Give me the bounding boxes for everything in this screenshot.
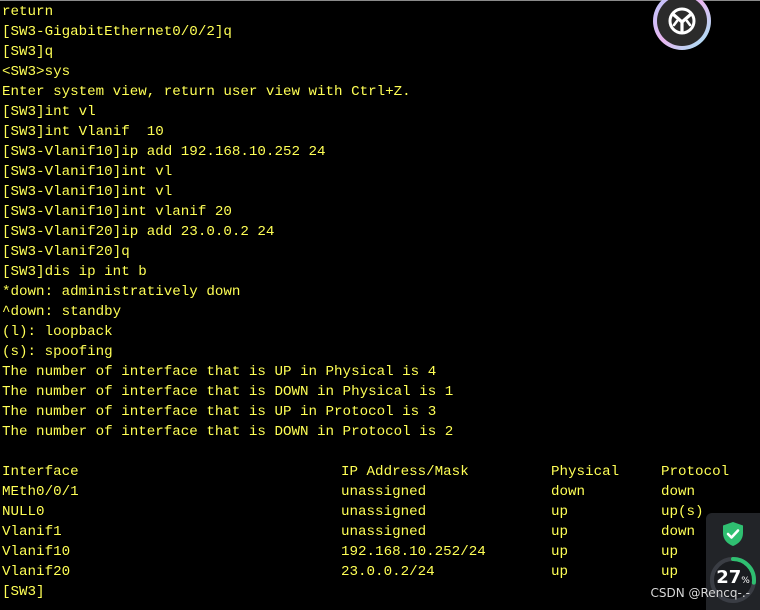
terminal-line: The number of interface that is UP in Ph… xyxy=(2,364,437,380)
terminal-output[interactable]: return [SW3-GigabitEthernet0/0/2]q [SW3]q <… xyxy=(2,2,760,602)
interface-cell: Vlanif1 xyxy=(2,524,62,540)
terminal-prompt[interactable]: [SW3] xyxy=(2,582,760,602)
protocol-cell: up xyxy=(661,564,679,580)
usage-unit: % xyxy=(741,576,750,586)
watermark-text: CSDN @Rencq-.- xyxy=(650,586,750,600)
terminal-line: [SW3-Vlanif10]int vl xyxy=(2,164,173,180)
terminal-line: ^down: standby xyxy=(2,304,122,320)
terminal-line: [SW3-Vlanif10]int vl xyxy=(2,184,173,200)
protocol-cell: down xyxy=(661,524,696,540)
terminal-line: The number of interface that is UP in Pr… xyxy=(2,404,437,420)
usage-value: 27 xyxy=(716,567,742,588)
terminal-line: [SW3]int vl xyxy=(2,104,96,120)
shield-check-icon[interactable] xyxy=(721,521,745,547)
protocol-cell: down xyxy=(661,484,696,500)
terminal-line: (s): spoofing xyxy=(2,344,113,360)
table-row: Vlanif1 unassigned up down xyxy=(2,522,760,542)
interface-cell: Vlanif20 xyxy=(2,564,71,580)
ip-address-cell: 192.168.10.252/24 xyxy=(341,544,486,560)
logo-glyph-icon xyxy=(668,7,696,35)
ip-address-cell: 23.0.0.2/24 xyxy=(341,564,435,580)
app-logo-inner xyxy=(657,0,707,46)
terminal-line: Enter system view, return user view with… xyxy=(2,84,411,100)
terminal-line: [SW3-Vlanif10]int vlanif 20 xyxy=(2,204,232,220)
header-ip-address-mask: IP Address/Mask xyxy=(341,464,469,480)
terminal-line: [SW3]int Vlanif 10 xyxy=(2,124,164,140)
header-physical: Physical xyxy=(551,464,620,480)
terminal-line: The number of interface that is DOWN in … xyxy=(2,384,454,400)
terminal-line: The number of interface that is DOWN in … xyxy=(2,424,454,440)
ip-address-cell: unassigned xyxy=(341,504,427,520)
terminal-line: [SW3-Vlanif20]q xyxy=(2,244,130,260)
physical-cell: up xyxy=(551,504,569,520)
physical-cell: up xyxy=(551,544,569,560)
window-top-border xyxy=(0,0,760,1)
terminal-line: <SW3>sys xyxy=(2,64,71,80)
terminal-line: (l): loopback xyxy=(2,324,113,340)
protocol-cell: up xyxy=(661,544,679,560)
interface-table-body: MEth0/0/1 unassigned down down NULL0 unassign… xyxy=(2,482,760,582)
table-row: NULL0 unassigned up up(s) xyxy=(2,502,760,522)
terminal-line: [SW3]dis ip int b xyxy=(2,264,147,280)
interface-cell: Vlanif10 xyxy=(2,544,71,560)
terminal-line: [SW3-Vlanif20]ip add 23.0.0.2 24 xyxy=(2,224,275,240)
interface-cell: NULL0 xyxy=(2,504,45,520)
terminal-line: [SW3-GigabitEthernet0/0/2]q xyxy=(2,24,232,40)
ip-address-cell: unassigned xyxy=(341,524,427,540)
terminal-line: return xyxy=(2,4,54,20)
terminal-line: *down: administratively down xyxy=(2,284,241,300)
header-interface: Interface xyxy=(2,464,79,480)
ip-address-cell: unassigned xyxy=(341,484,427,500)
physical-cell: up xyxy=(551,524,569,540)
table-row: Vlanif10 192.168.10.252/24 up up xyxy=(2,542,760,562)
interface-cell: MEth0/0/1 xyxy=(2,484,79,500)
protocol-cell: up(s) xyxy=(661,504,704,520)
terminal-lines: return [SW3-GigabitEthernet0/0/2]q [SW3]q <… xyxy=(2,2,760,462)
table-row: MEth0/0/1 unassigned down down xyxy=(2,482,760,502)
table-header-row: Interface IP Address/Mask Physical Proto… xyxy=(2,462,760,482)
terminal-line: [SW3-Vlanif10]ip add 192.168.10.252 24 xyxy=(2,144,326,160)
physical-cell: down xyxy=(551,484,586,500)
table-row: Vlanif20 23.0.0.2/24 up up xyxy=(2,562,760,582)
terminal-line: [SW3]q xyxy=(2,44,54,60)
header-protocol: Protocol xyxy=(661,464,730,480)
physical-cell: up xyxy=(551,564,569,580)
